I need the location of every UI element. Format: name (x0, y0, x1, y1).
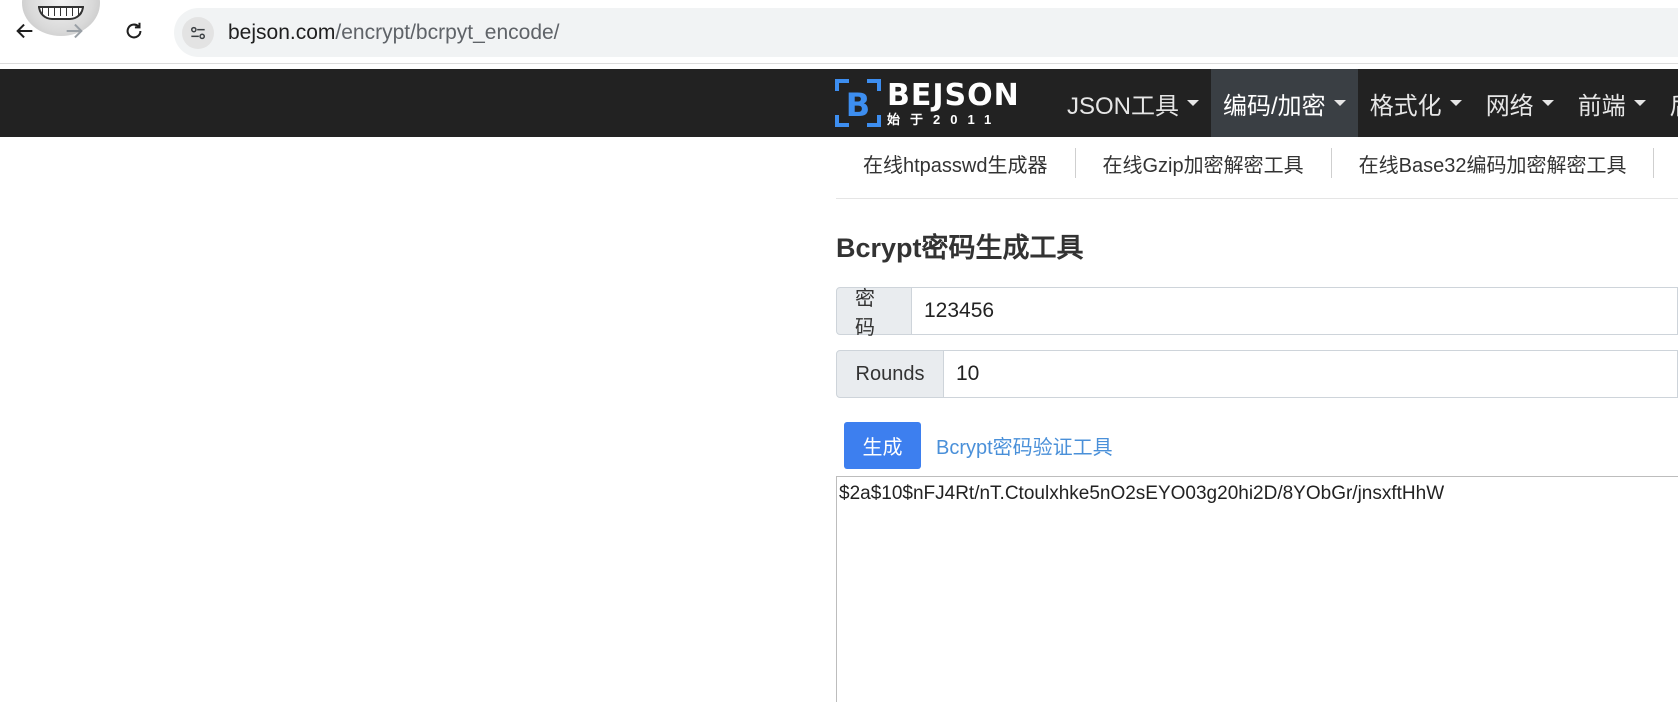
arrow-right-icon (66, 23, 83, 39)
caret-down-icon (1633, 100, 1646, 106)
nav-label: 编码/加密 (1223, 92, 1326, 120)
link-more[interactable]: 在 (1654, 148, 1678, 178)
nav-label: 格式化 (1369, 92, 1442, 120)
rounds-input[interactable] (944, 350, 1678, 398)
password-input[interactable] (912, 287, 1678, 335)
site-logo[interactable]: B BEJSON 始于2011 (835, 75, 1020, 131)
password-label: 密码 (836, 287, 912, 339)
address-bar[interactable]: bejson.com/encrypt/bcrpyt_encode/ (174, 8, 1678, 57)
nav-frontend[interactable]: 前端 (1566, 69, 1658, 137)
link-htpasswd[interactable]: 在线htpasswd生成器 (836, 148, 1076, 178)
generate-button[interactable]: 生成 (844, 422, 921, 469)
nav-label: 后 (1670, 86, 1678, 121)
url-domain: bejson.com (228, 21, 336, 44)
browser-toolbar: bejson.com/encrypt/bcrpyt_encode/ (0, 0, 1678, 64)
forward-button[interactable] (57, 14, 91, 48)
page-title: Bcrypt密码生成工具 (836, 233, 1084, 263)
logo-name: BEJSON (887, 77, 1020, 113)
reload-button[interactable] (117, 14, 151, 48)
rounds-label: Rounds (836, 350, 944, 398)
nav-label: 前端 (1577, 92, 1626, 120)
nav-label: 网络 (1485, 92, 1534, 120)
caret-down-icon (1449, 100, 1462, 106)
logo-b-icon: B (835, 79, 881, 127)
rounds-group: Rounds (836, 350, 1678, 398)
nav-format[interactable]: 格式化 (1358, 69, 1474, 137)
password-group: 密码 (836, 287, 1678, 339)
logo-tagline: 始于2011 (887, 111, 1002, 127)
link-base32[interactable]: 在线Base32编码加密解密工具 (1332, 148, 1655, 178)
tune-icon (191, 26, 205, 40)
site-header: B BEJSON 始于2011 JSON工具 编码/加密 格式化 网络 前端 后 (0, 69, 1678, 137)
output-textarea[interactable]: $2a$10$nFJ4Rt/nT.Ctoulxhke5nO2sEYO03g20h… (836, 476, 1678, 702)
nav-network[interactable]: 网络 (1474, 69, 1566, 137)
url-text[interactable]: bejson.com/encrypt/bcrpyt_encode/ (228, 20, 560, 46)
caret-down-icon (1541, 100, 1554, 106)
url-path: /encrypt/bcrpyt_encode/ (335, 21, 560, 44)
nav-backend[interactable]: 后 (1658, 69, 1678, 137)
link-gzip[interactable]: 在线Gzip加密解密工具 (1076, 148, 1332, 178)
arrow-left-icon (16, 23, 33, 39)
nav-label: JSON工具 (1067, 92, 1180, 120)
caret-down-icon (1187, 100, 1200, 106)
back-button[interactable] (8, 14, 42, 48)
caret-down-icon (1333, 100, 1346, 106)
related-tools-bar: 在线htpasswd生成器 在线Gzip加密解密工具 在线Base32编码加密解… (836, 148, 1678, 199)
main-nav: JSON工具 编码/加密 格式化 网络 前端 后 (1055, 69, 1678, 137)
nav-json-tools[interactable]: JSON工具 (1055, 69, 1211, 137)
site-info-button[interactable] (182, 17, 214, 49)
bcrypt-verify-link[interactable]: Bcrypt密码验证工具 (936, 431, 1113, 460)
nav-encode-encrypt[interactable]: 编码/加密 (1211, 69, 1358, 137)
svg-text:B: B (846, 86, 870, 124)
reload-icon (126, 22, 142, 39)
